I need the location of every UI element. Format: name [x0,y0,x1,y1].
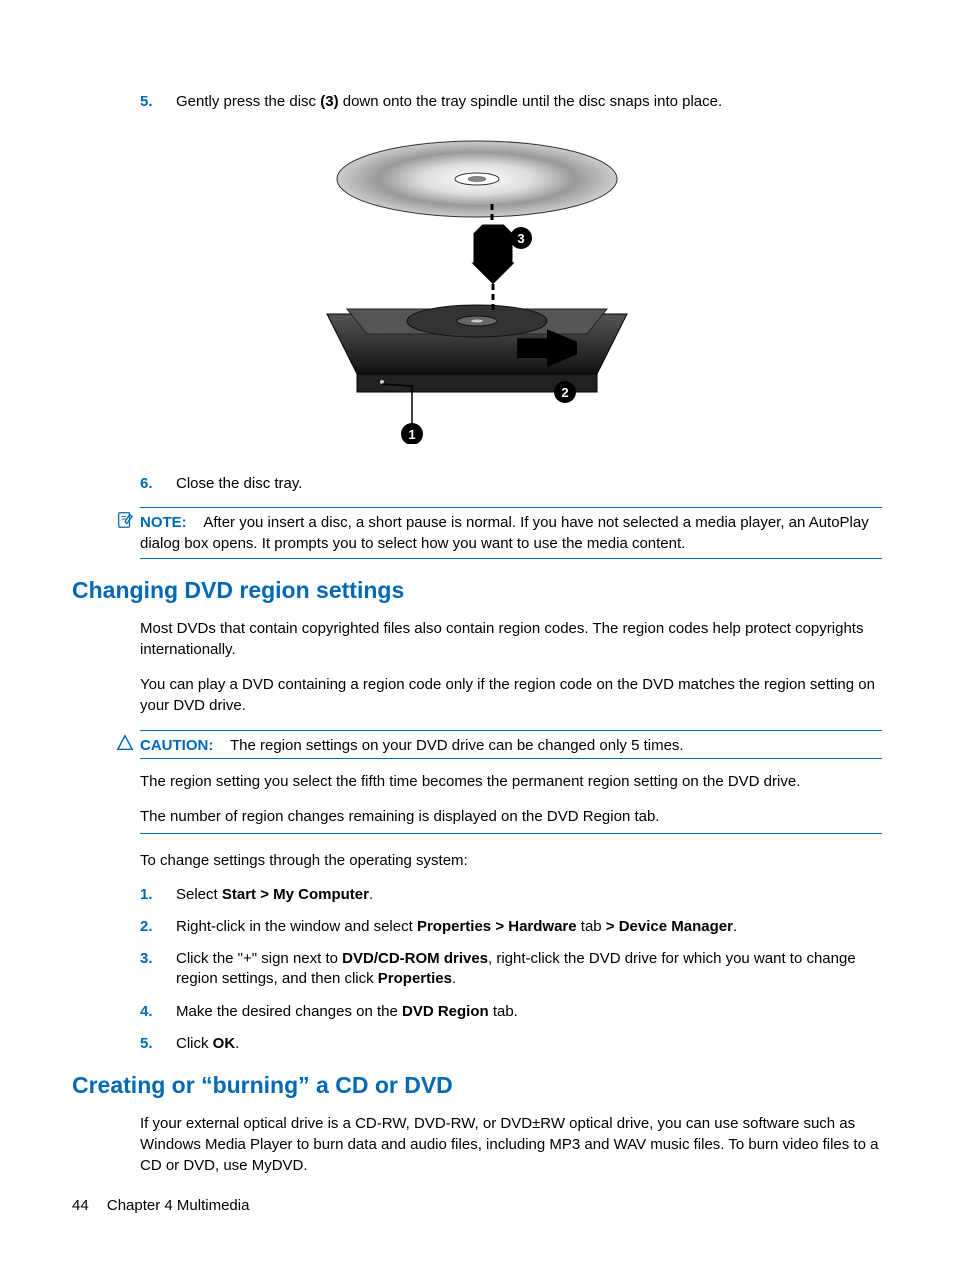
step-number: 2. [140,917,176,937]
svg-text:2: 2 [561,385,568,400]
body-text: To change settings through the operating… [140,850,882,871]
caution-box: CAUTION: The region settings on your DVD… [140,730,882,759]
page-footer: 44 Chapter 4 Multimedia [72,1197,249,1214]
caution-tail: The number of region changes remaining i… [140,806,882,834]
svg-text:1: 1 [408,427,415,442]
step-text: Right-click in the window and select Pro… [176,917,882,937]
body-text: If your external optical drive is a CD-R… [140,1113,882,1176]
note-icon [116,511,134,529]
caution-label: CAUTION: [140,737,213,754]
step-item: 4.Make the desired changes on the DVD Re… [140,1002,882,1022]
steps-list: 1.Select Start > My Computer.2.Right-cli… [72,885,882,1055]
step-item: 5. Gently press the disc (3) down onto t… [140,92,882,112]
body-text: Most DVDs that contain copyrighted files… [140,618,882,660]
step-item: 2.Right-click in the window and select P… [140,917,882,937]
step-item: 6. Close the disc tray. [140,474,882,494]
step-text: Select Start > My Computer. [176,885,882,905]
step-text: Click the "+" sign next to DVD/CD-ROM dr… [176,949,882,990]
step-number: 5. [140,1034,176,1054]
disc-tray-illustration: 3 2 1 [297,134,657,444]
chapter-label: Chapter 4 Multimedia [107,1197,250,1214]
step-text: Close the disc tray. [176,474,882,494]
svg-text:3: 3 [517,231,524,246]
body-text: You can play a DVD containing a region c… [140,674,882,716]
step-item: 5.Click OK. [140,1034,882,1054]
step-number: 4. [140,1002,176,1022]
heading-region-settings: Changing DVD region settings [72,577,882,604]
step-number: 3. [140,949,176,990]
step-item: 1.Select Start > My Computer. [140,885,882,905]
document-page: 5. Gently press the disc (3) down onto t… [0,0,954,1270]
step-number: 5. [140,92,176,112]
note-box: NOTE: After you insert a disc, a short p… [140,507,882,559]
step-number: 1. [140,885,176,905]
step-text: Click OK. [176,1034,882,1054]
step-text: Gently press the disc (3) down onto the … [176,92,882,112]
page-number: 44 [72,1197,89,1214]
step-text: Make the desired changes on the DVD Regi… [176,1002,882,1022]
note-text [191,514,204,531]
note-label: NOTE: [140,514,187,531]
disc-tray-figure: 3 2 1 [72,134,882,448]
heading-burning: Creating or “burning” a CD or DVD [72,1072,882,1099]
step-number: 6. [140,474,176,494]
caution-icon [116,734,134,752]
caution-text: The region setting you select the fifth … [140,771,882,792]
step-item: 3.Click the "+" sign next to DVD/CD-ROM … [140,949,882,990]
